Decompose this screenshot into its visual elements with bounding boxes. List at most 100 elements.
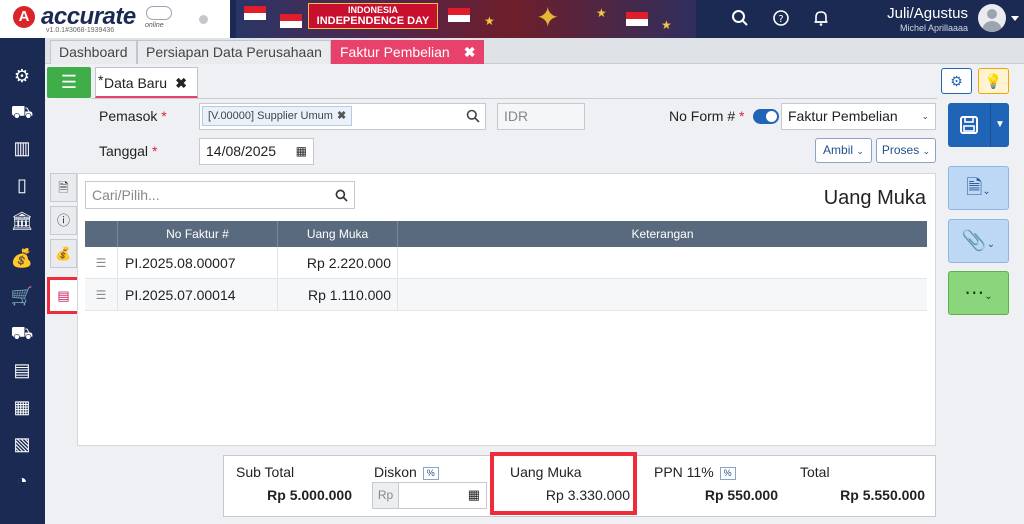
cart-icon[interactable]: 🛒: [10, 284, 34, 308]
column-header-no-faktur[interactable]: No Faktur #: [118, 221, 278, 247]
column-header-uang-muka[interactable]: Uang Muka: [278, 221, 398, 247]
money-bag-icon[interactable]: 💰: [10, 246, 34, 270]
divider: [91, 98, 937, 99]
cell-keterangan[interactable]: [398, 247, 927, 279]
chevron-down-icon[interactable]: ▼: [990, 103, 1009, 147]
tax-icon[interactable]: ▧: [10, 432, 34, 456]
diskon-field[interactable]: Rp ▦: [372, 482, 487, 509]
table-row[interactable]: ☰ PI.2025.07.00014 Rp 1.110.000: [85, 279, 927, 311]
drag-handle-icon[interactable]: ☰: [85, 279, 118, 311]
tanggal-field[interactable]: 14/08/2025 ▦: [199, 138, 314, 165]
bell-icon[interactable]: [811, 9, 831, 29]
chevron-down-icon: ⌄: [921, 111, 929, 121]
save-button[interactable]: ▼: [948, 103, 1009, 147]
list-view-button[interactable]: ☰: [47, 67, 91, 98]
chevron-down-icon[interactable]: [1011, 16, 1019, 21]
sub-total-value: Rp 5.000.000: [267, 487, 352, 503]
attachment-button[interactable]: 📎⌄: [948, 219, 1009, 263]
chevron-down-icon: ⌄: [984, 291, 993, 302]
detail-items-tab[interactable]: 🗎: [50, 173, 77, 202]
svg-text:?: ?: [778, 14, 783, 25]
no-form-toggle[interactable]: [753, 109, 779, 124]
avatar[interactable]: [978, 4, 1006, 32]
total-label: Total: [800, 464, 830, 480]
search-icon[interactable]: [335, 182, 348, 210]
proses-button[interactable]: Proses ⌄: [876, 138, 936, 163]
sidebar: ⚙ ⛟ ▥ ▯ 🏛 💰 🛒 ⛟ ▤ ▦ ▧ ◔: [0, 38, 45, 524]
inventory-icon[interactable]: ⛟: [10, 100, 34, 124]
settings-icon[interactable]: ⚙: [10, 64, 34, 88]
delivery-icon[interactable]: ⛟: [10, 321, 34, 345]
column-header-keterangan[interactable]: Keterangan: [398, 221, 927, 247]
document-button[interactable]: 🗎⌄: [948, 166, 1009, 210]
independence-day-banner: INDONESIA INDEPENDENCE DAY ★ ✦ ★ ★: [236, 0, 696, 38]
cell-no-faktur: PI.2025.07.00014: [118, 279, 278, 311]
close-icon[interactable]: ✖: [175, 68, 187, 98]
sub-total-label: Sub Total: [236, 464, 295, 480]
tab-dashboard[interactable]: Dashboard: [50, 40, 137, 64]
pemasok-label: Pemasok *: [99, 108, 167, 124]
version-text: v1.0.1#3068-1939436: [46, 27, 115, 34]
search-placeholder: Cari/Pilih...: [92, 187, 160, 203]
info-tab[interactable]: ⓘ: [50, 206, 77, 235]
banner-line2: INDEPENDENCE DAY: [316, 15, 430, 27]
cell-uang-muka: Rp 2.220.000: [278, 247, 398, 279]
document-icon: 🗎: [58, 180, 69, 195]
close-icon[interactable]: ✖: [464, 44, 476, 60]
more-actions-button[interactable]: ⋯⌄: [948, 271, 1009, 315]
bank-icon[interactable]: 🏛: [10, 209, 34, 233]
supplier-chip[interactable]: [V.00000] Supplier Umum ✖: [202, 106, 353, 126]
handle-column-header: [85, 221, 118, 247]
highlight-box: [490, 452, 637, 515]
remove-icon[interactable]: ✖: [337, 110, 346, 122]
table-header: No Faktur # Uang Muka Keterangan: [85, 221, 927, 247]
report-icon[interactable]: ◔: [10, 469, 34, 493]
logo-area[interactable]: A accurate online v1.0.1#3068-1939436: [0, 0, 230, 38]
money-icon: 💰: [55, 246, 72, 261]
search-icon[interactable]: [466, 109, 480, 126]
percent-toggle[interactable]: %: [422, 466, 439, 480]
save-icon[interactable]: [948, 103, 990, 147]
total-value: Rp 5.550.000: [840, 487, 925, 503]
company-icon[interactable]: ▥: [10, 136, 34, 160]
percent-toggle[interactable]: %: [719, 466, 736, 480]
star-icon: ★: [484, 14, 495, 28]
calculator-icon[interactable]: ▦: [468, 487, 480, 503]
user-name[interactable]: Michel Aprillaaaa: [860, 23, 968, 33]
search-icon[interactable]: [730, 9, 750, 29]
table-row[interactable]: ☰ PI.2025.08.00007 Rp 2.220.000: [85, 247, 927, 279]
tanggal-value: 14/08/2025: [206, 143, 277, 159]
drag-handle-icon[interactable]: ☰: [85, 247, 118, 279]
logo-icon: A: [13, 6, 35, 28]
diskon-label: Diskon%: [374, 464, 439, 480]
calendar-icon[interactable]: ▦: [296, 139, 307, 164]
tab-persiapan-data[interactable]: Persiapan Data Perusahaan: [137, 40, 331, 64]
down-payment-icon: ▤: [57, 288, 70, 303]
cell-no-faktur: PI.2025.08.00007: [118, 247, 278, 279]
no-form-select[interactable]: Faktur Pembelian ⌄: [781, 103, 936, 130]
mobile-icon[interactable]: ▯: [10, 173, 34, 197]
supplier-chip-label: [V.00000] Supplier Umum: [208, 110, 333, 122]
lightbulb-icon[interactable]: 💡: [978, 68, 1009, 94]
user-period[interactable]: Juli/Agustus: [860, 5, 968, 22]
chevron-down-icon: ⌄: [856, 146, 864, 156]
search-input[interactable]: Cari/Pilih...: [85, 181, 355, 209]
help-icon[interactable]: ?: [771, 9, 791, 29]
cell-keterangan[interactable]: [398, 279, 927, 311]
tab-label: Faktur Pembelian: [340, 44, 450, 60]
cloud-icon: [146, 6, 172, 20]
ppn-value: Rp 550.000: [704, 487, 778, 503]
currency-field[interactable]: IDR: [497, 103, 585, 130]
flag-icon: [626, 12, 648, 26]
tab-faktur-pembelian[interactable]: Faktur Pembelian ✖: [331, 40, 485, 64]
warehouse-icon[interactable]: ▤: [10, 358, 34, 382]
ppn-cell: PPN 11%% Rp 550.000: [642, 456, 788, 516]
no-form-label: No Form # *: [669, 108, 745, 124]
uang-muka-tab[interactable]: ▤: [47, 277, 80, 314]
cost-tab[interactable]: 💰: [50, 239, 77, 268]
ambil-button[interactable]: Ambil ⌄: [815, 138, 872, 163]
subtab-data-baru[interactable]: * Data Baru ✖: [95, 67, 198, 98]
flag-icon: [448, 8, 470, 22]
gear-icon[interactable]: ⚙: [941, 68, 972, 94]
production-icon[interactable]: ▦: [10, 395, 34, 419]
